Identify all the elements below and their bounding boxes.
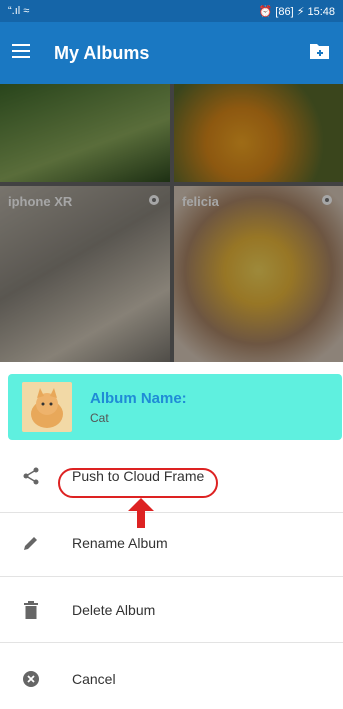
menu-icon[interactable] (12, 43, 32, 64)
trash-icon (16, 601, 46, 619)
share-icon (16, 467, 46, 485)
menu-item-label: Rename Album (72, 535, 168, 551)
add-folder-icon[interactable] (309, 42, 331, 65)
page-title: My Albums (54, 42, 150, 63)
album-thumbnail (22, 382, 72, 432)
album-header: Album Name: Cat (8, 374, 342, 440)
album-options-sheet: Album Name: Cat Push to Cloud Frame Rena… (0, 362, 343, 701)
delete-album-item[interactable]: Delete Album (0, 580, 343, 640)
signal-indicators: “.ıl ≈ (8, 5, 30, 17)
scrim[interactable] (0, 84, 343, 374)
menu-item-label: Cancel (72, 671, 116, 687)
album-name-value: Cat (90, 410, 109, 425)
cancel-item[interactable]: Cancel (0, 649, 343, 709)
pencil-icon (16, 534, 46, 552)
status-right: ⏰ [86] ⚡ 15:48 (258, 5, 335, 18)
divider (0, 576, 343, 577)
album-name-label: Album Name: (90, 389, 187, 407)
app-bar: My Albums (0, 22, 343, 84)
menu-item-label: Delete Album (72, 602, 156, 618)
rename-album-item[interactable]: Rename Album (0, 513, 343, 573)
highlight-outline (58, 468, 218, 498)
status-bar: “.ıl ≈ ⏰ [86] ⚡ 15:48 (0, 0, 343, 22)
cancel-icon (16, 670, 46, 688)
arrow-up-icon (128, 498, 154, 528)
divider (0, 642, 343, 643)
